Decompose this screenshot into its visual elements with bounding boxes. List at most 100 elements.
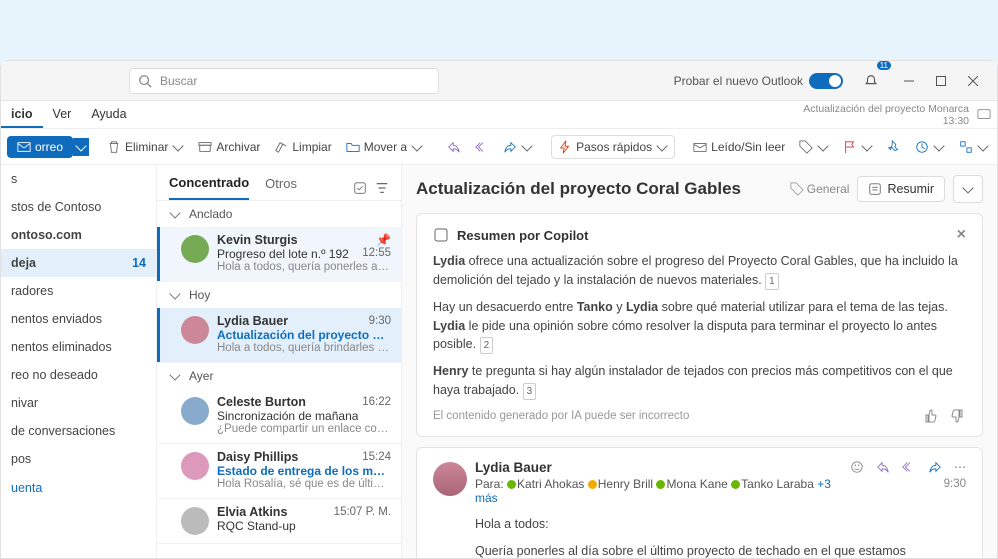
reply-all-icon[interactable] xyxy=(902,460,916,474)
sidebar-item[interactable]: nivar xyxy=(1,389,156,417)
category-tag[interactable]: General xyxy=(790,182,850,196)
avatar xyxy=(181,507,209,535)
sidebar-item[interactable]: deja14 xyxy=(1,249,156,277)
search-input[interactable]: Buscar xyxy=(129,68,439,94)
tab-focused[interactable]: Concentrado xyxy=(169,175,249,200)
citation[interactable]: 3 xyxy=(523,383,537,400)
message-subject: Progreso del lote n.º 192 xyxy=(217,247,349,261)
minimize-icon xyxy=(904,76,914,86)
citation[interactable]: 2 xyxy=(480,337,494,354)
email-body: Hola a todos: Quería ponerles al día sob… xyxy=(475,515,966,558)
folder-move-icon xyxy=(346,140,360,154)
copilot-icon xyxy=(868,182,882,196)
select-all-icon[interactable] xyxy=(353,181,367,195)
sidebar-item[interactable]: ontoso.com xyxy=(1,221,156,249)
emoji-icon[interactable] xyxy=(850,460,864,474)
snooze-button[interactable] xyxy=(909,136,951,158)
avatar xyxy=(181,235,209,263)
new-mail-dropdown[interactable] xyxy=(73,138,89,156)
message-sender: Lydia Bauer xyxy=(217,314,288,328)
avatar xyxy=(181,397,209,425)
message-time: 15:24 xyxy=(362,451,391,463)
summarize-button[interactable]: Resumir xyxy=(857,176,945,202)
message-item[interactable]: Lydia Bauer 9:30 Actualización del proye… xyxy=(157,308,401,363)
archive-icon xyxy=(198,140,212,154)
clean-button[interactable]: Limpiar xyxy=(268,136,337,158)
clock-icon xyxy=(915,140,929,154)
more-actions[interactable]: ⋯ xyxy=(954,460,966,474)
move-button[interactable]: Mover a xyxy=(340,136,429,158)
pin-button[interactable] xyxy=(881,136,907,158)
sidebar-item[interactable]: reo no deseado xyxy=(1,361,156,389)
sidebar-item[interactable]: radores xyxy=(1,277,156,305)
tab-view[interactable]: Ver xyxy=(43,101,82,128)
reply-all-button[interactable] xyxy=(469,136,495,158)
forward-button[interactable] xyxy=(497,136,539,158)
thumbs-up-icon[interactable] xyxy=(922,408,938,424)
section-pinned[interactable]: Anclado xyxy=(157,201,401,227)
mail-icon xyxy=(17,140,31,154)
email-sender[interactable]: Lydia Bauer xyxy=(475,460,850,475)
add-account-link[interactable]: uenta xyxy=(1,473,156,503)
minimize-button[interactable] xyxy=(893,65,925,97)
citation[interactable]: 1 xyxy=(765,273,779,290)
section-yesterday[interactable]: Ayer xyxy=(157,363,401,389)
app-window: Buscar Probar el nuevo Outlook 11 icio V… xyxy=(0,60,998,559)
email-subject: Actualización del proyecto Coral Gables xyxy=(416,179,782,199)
sweep-icon xyxy=(274,140,288,154)
message-subject: Estado de entrega de los materiales… xyxy=(217,464,391,478)
trash-icon xyxy=(107,140,121,154)
lightning-icon xyxy=(558,140,572,154)
filter-icon[interactable] xyxy=(375,181,389,195)
notification-toast-icon[interactable] xyxy=(977,107,991,121)
sidebar-item[interactable]: nentos eliminados xyxy=(1,333,156,361)
thumbs-down-icon[interactable] xyxy=(950,408,966,424)
tag-button[interactable] xyxy=(793,136,835,158)
reply-button[interactable] xyxy=(441,136,467,158)
message-list: Concentrado Otros Anclado Kevin Sturgis … xyxy=(157,165,402,558)
avatar[interactable] xyxy=(433,462,467,496)
avatar xyxy=(181,316,209,344)
menubar: icio Ver Ayuda Actualización del proyect… xyxy=(1,101,997,129)
try-new-outlook-toggle[interactable] xyxy=(809,73,843,89)
toolbar: orreo Eliminar Archivar Limpiar Mover a … xyxy=(1,129,997,165)
forward-icon xyxy=(503,140,517,154)
delete-button[interactable]: Eliminar xyxy=(101,136,190,158)
last-notification[interactable]: Actualización del proyecto Monarca 13:30 xyxy=(803,103,969,127)
sidebar-item[interactable]: nentos enviados xyxy=(1,305,156,333)
new-mail-button[interactable]: orreo xyxy=(7,136,73,158)
sidebar-item[interactable]: pos xyxy=(1,445,156,473)
envelope-icon xyxy=(693,140,707,154)
reply-all-icon xyxy=(475,140,489,154)
close-button[interactable] xyxy=(957,65,989,97)
forward-icon[interactable] xyxy=(928,460,942,474)
notifications-button[interactable]: 11 xyxy=(855,65,887,97)
message-item[interactable]: Celeste Burton 16:22 Sincronización de m… xyxy=(157,389,401,444)
reply-icon[interactable] xyxy=(876,460,890,474)
pin-icon xyxy=(887,140,901,154)
tag-icon xyxy=(799,140,813,154)
section-today[interactable]: Hoy xyxy=(157,282,401,308)
flag-button[interactable] xyxy=(837,136,879,158)
ai-disclaimer: El contenido generado por IA puede ser i… xyxy=(433,410,689,422)
sidebar-item[interactable]: de conversaciones xyxy=(1,417,156,445)
archive-button[interactable]: Archivar xyxy=(192,136,266,158)
sidebar-item[interactable]: s xyxy=(1,165,156,193)
tab-help[interactable]: Ayuda xyxy=(81,101,136,128)
reply-icon xyxy=(447,140,461,154)
tab-home[interactable]: icio xyxy=(1,101,43,128)
maximize-button[interactable] xyxy=(925,65,957,97)
expand-button[interactable] xyxy=(953,175,983,203)
message-item[interactable]: Elvia Atkins 15:07 P. M. RQC Stand-up xyxy=(157,499,401,544)
message-item[interactable]: Daisy Phillips 15:24 Estado de entrega d… xyxy=(157,444,401,499)
tab-other[interactable]: Otros xyxy=(265,176,297,199)
addin-button[interactable] xyxy=(953,136,995,158)
quick-steps-button[interactable]: Pasos rápidos xyxy=(551,135,675,159)
sidebar-item[interactable]: stos de Contoso xyxy=(1,193,156,221)
close-copilot-button[interactable]: × xyxy=(957,226,966,244)
message-preview: Hola Rosalía, sé que es de última hora… xyxy=(217,478,391,490)
read-unread-button[interactable]: Leído/Sin leer xyxy=(687,136,791,158)
message-item[interactable]: Kevin Sturgis 📌 Progreso del lote n.º 19… xyxy=(157,227,401,282)
copilot-summary-card: Resumen por Copilot × Lydia ofrece una a… xyxy=(416,213,983,437)
bell-icon xyxy=(864,74,878,88)
